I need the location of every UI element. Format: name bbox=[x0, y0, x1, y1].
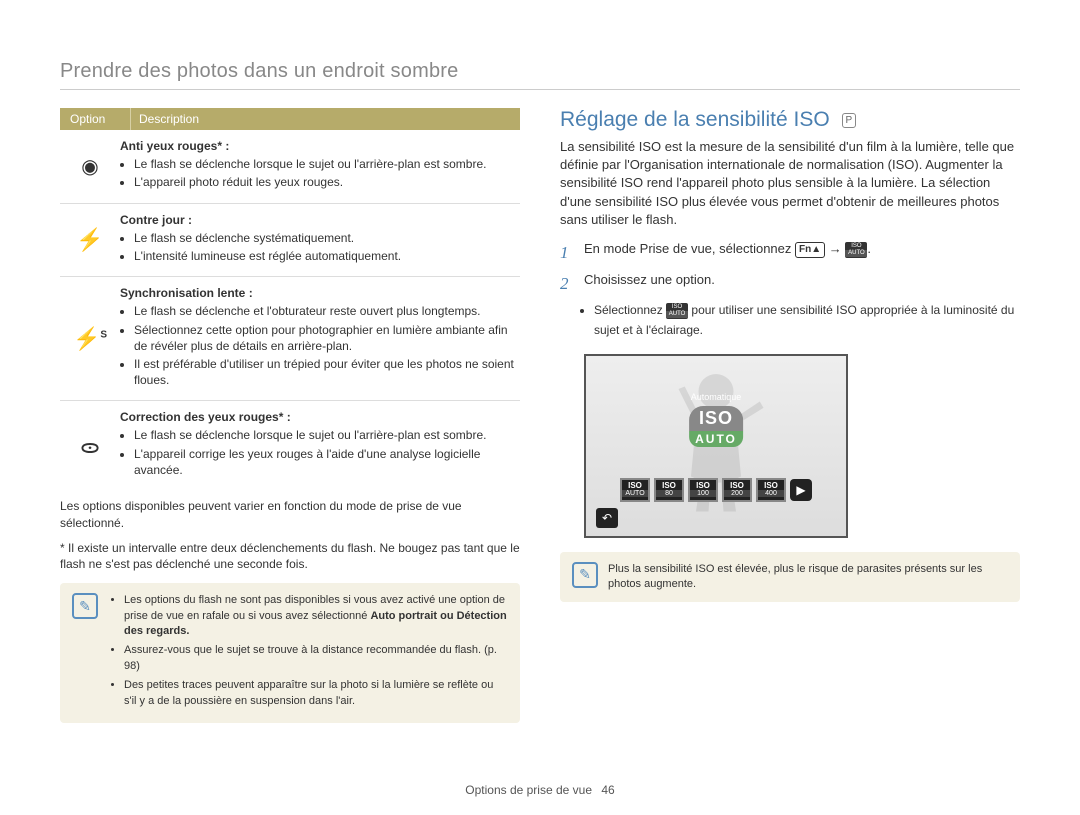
row-title: Synchronisation lente : bbox=[120, 286, 253, 300]
note-icon: ✎ bbox=[572, 562, 598, 588]
row-bullet: Sélectionnez cette option pour photograp… bbox=[134, 322, 514, 354]
note-bullet: Des petites traces peuvent apparaître su… bbox=[124, 678, 508, 709]
note-text: Plus la sensibilité ISO est élevée, plus… bbox=[608, 562, 1008, 593]
iso-auto-icon: ISOAUTO bbox=[845, 242, 867, 258]
page-footer: Options de prise de vue 46 bbox=[0, 783, 1080, 797]
step-text: En mode Prise de vue, sélectionnez bbox=[584, 241, 791, 256]
table-row: ⚡ Contre jour : Le flash se déclenche sy… bbox=[60, 204, 520, 278]
step-2: 2 Choisissez une option. bbox=[560, 270, 1020, 297]
arrow-icon: → bbox=[829, 241, 842, 256]
iso-option-80[interactable]: ISO80 bbox=[654, 478, 684, 502]
step-1: 1 En mode Prise de vue, sélectionnez Fn▲… bbox=[560, 239, 1020, 266]
table-row: ⚡S Synchronisation lente : Le flash se d… bbox=[60, 277, 520, 401]
table-row: ◉ Anti yeux rouges* : Le flash se déclen… bbox=[60, 130, 520, 204]
section-paragraph: La sensibilité ISO est la mesure de la s… bbox=[560, 138, 1020, 229]
iso-auto-icon: ISOAUTO bbox=[666, 303, 688, 319]
page-title: Prendre des photos dans un endroit sombr… bbox=[60, 60, 1020, 90]
note-box-right: ✎ Plus la sensibilité ISO est élevée, pl… bbox=[560, 552, 1020, 603]
right-column: Réglage de la sensibilité ISO P La sensi… bbox=[560, 108, 1020, 723]
flash-icon: ⚡ bbox=[60, 208, 120, 273]
fn-icon: Fn▲ bbox=[795, 242, 825, 258]
step-number: 2 bbox=[560, 270, 574, 297]
flash-slow-icon: ⚡S bbox=[60, 281, 120, 396]
iso-option-200[interactable]: ISO200 bbox=[722, 478, 752, 502]
row-bullet: L'intensité lumineuse est réglée automat… bbox=[134, 248, 514, 264]
note-icon: ✎ bbox=[72, 593, 98, 619]
iso-logo: ISO AUTO bbox=[689, 406, 743, 447]
row-bullet: Le flash se déclenche lorsque le sujet o… bbox=[134, 156, 514, 172]
row-title: Contre jour : bbox=[120, 213, 192, 227]
row-bullet: Le flash se déclenche et l'obturateur re… bbox=[134, 303, 514, 319]
footnote-2: * Il existe un intervalle entre deux déc… bbox=[60, 540, 520, 574]
row-bullet: Le flash se déclenche systématiquement. bbox=[134, 230, 514, 246]
row-title: Correction des yeux rouges* : bbox=[120, 410, 291, 424]
auto-label: Automatique bbox=[691, 392, 742, 402]
footnote-1: Les options disponibles peuvent varier e… bbox=[60, 498, 520, 532]
row-bullet: Il est préférable d'utiliser un trépied … bbox=[134, 356, 514, 388]
back-button[interactable]: ↶ bbox=[596, 508, 618, 528]
left-column: Option Description ◉ Anti yeux rouges* :… bbox=[60, 108, 520, 723]
header-option: Option bbox=[60, 108, 131, 130]
red-eye-icon: ◉ bbox=[60, 134, 120, 199]
row-bullet: L'appareil photo réduit les yeux rouges. bbox=[134, 174, 514, 190]
step-number: 1 bbox=[560, 239, 574, 266]
red-eye-fix-icon: ᯣ bbox=[60, 405, 120, 486]
options-table-header: Option Description bbox=[60, 108, 520, 130]
next-arrow-button[interactable]: ▶ bbox=[790, 479, 812, 501]
iso-option-auto[interactable]: ISOAUTO bbox=[620, 478, 650, 502]
header-description: Description bbox=[131, 108, 199, 130]
row-bullet: Le flash se déclenche lorsque le sujet o… bbox=[134, 427, 514, 443]
row-title: Anti yeux rouges* : bbox=[120, 139, 229, 153]
step-text: Choisissez une option. bbox=[584, 270, 1020, 297]
section-title: Réglage de la sensibilité ISO P bbox=[560, 108, 1020, 132]
mode-badge-icon: P bbox=[842, 113, 857, 128]
note-bullet: Assurez-vous que le sujet se trouve à la… bbox=[124, 643, 508, 674]
iso-screen: Automatique ISO AUTO ISOAUTO ISO80 ISO10… bbox=[584, 354, 848, 538]
iso-option-400[interactable]: ISO400 bbox=[756, 478, 786, 502]
table-row: ᯣ Correction des yeux rouges* : Le flash… bbox=[60, 401, 520, 490]
note-box-left: ✎ Les options du flash ne sont pas dispo… bbox=[60, 583, 520, 723]
row-bullet: L'appareil corrige les yeux rouges à l'a… bbox=[134, 446, 514, 478]
iso-option-100[interactable]: ISO100 bbox=[688, 478, 718, 502]
step-2-sub: Sélectionnez ISOAUTO pour utiliser une s… bbox=[560, 301, 1020, 339]
footer-section: Options de prise de vue bbox=[465, 783, 592, 797]
note-bullet: Les options du flash ne sont pas disponi… bbox=[124, 593, 508, 639]
page-number: 46 bbox=[601, 783, 614, 797]
